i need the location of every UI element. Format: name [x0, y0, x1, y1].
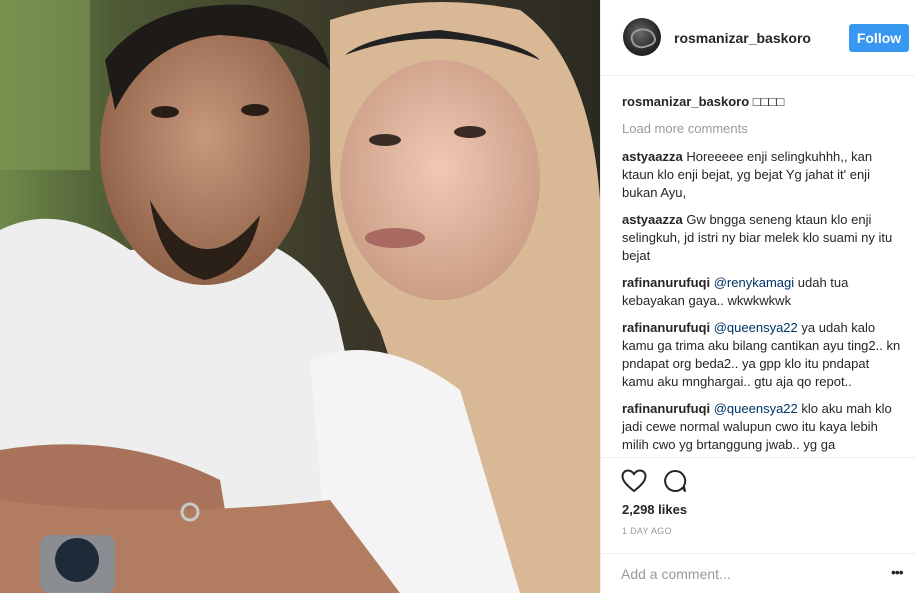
post-actions: 2,298 likes 1 DAY AGO: [601, 457, 915, 565]
avatar[interactable]: [623, 18, 661, 56]
comment-item: rafinanurufuqi @renykamagi udah tua keba…: [622, 274, 902, 310]
comment-item: astyaazza Gw bngga seneng ktaun klo enji…: [622, 211, 902, 265]
post-header: rosmanizar_baskoro Follow: [601, 0, 915, 76]
post-side-panel: rosmanizar_baskoro Follow rosmanizar_bas…: [600, 0, 915, 593]
comment-mention[interactable]: @renykamagi: [714, 275, 794, 290]
comment-username[interactable]: rafinanurufuqi: [622, 275, 710, 290]
likes-count[interactable]: 2,298 likes: [622, 502, 687, 517]
follow-button[interactable]: Follow: [849, 24, 909, 52]
comment-username[interactable]: astyaazza: [622, 149, 683, 164]
caption: rosmanizar_baskoro □□□□: [622, 93, 902, 111]
comment-mention[interactable]: @queensya22: [714, 401, 798, 416]
comment-bubble-icon[interactable]: [663, 469, 687, 493]
post-timestamp[interactable]: 1 DAY AGO: [622, 526, 672, 536]
comment-mention[interactable]: @queensya22: [714, 320, 798, 335]
comment-input[interactable]: [621, 564, 871, 584]
add-comment-bar: •••: [601, 553, 915, 593]
comment-username[interactable]: rafinanurufuqi: [622, 320, 710, 335]
comment-item: rafinanurufuqi @queensya22 ya udah kalo …: [622, 319, 902, 391]
caption-text: □□□□: [752, 94, 785, 109]
post-photo[interactable]: [0, 0, 600, 593]
caption-username[interactable]: rosmanizar_baskoro: [622, 94, 749, 109]
header-username[interactable]: rosmanizar_baskoro: [674, 30, 811, 46]
comment-item: astyaazza Horeeeee enji selingkuhhh,, ka…: [622, 148, 902, 202]
load-more-comments-link[interactable]: Load more comments: [622, 120, 902, 138]
comments-section: rosmanizar_baskoro □□□□ Load more commen…: [622, 93, 902, 463]
selfie-image: [0, 0, 600, 593]
comment-username[interactable]: astyaazza: [622, 212, 683, 227]
comment-item: rafinanurufuqi @queensya22 klo aku mah k…: [622, 400, 902, 454]
heart-icon[interactable]: [621, 469, 647, 493]
comment-username[interactable]: rafinanurufuqi: [622, 401, 710, 416]
more-options-icon[interactable]: •••: [891, 564, 904, 580]
